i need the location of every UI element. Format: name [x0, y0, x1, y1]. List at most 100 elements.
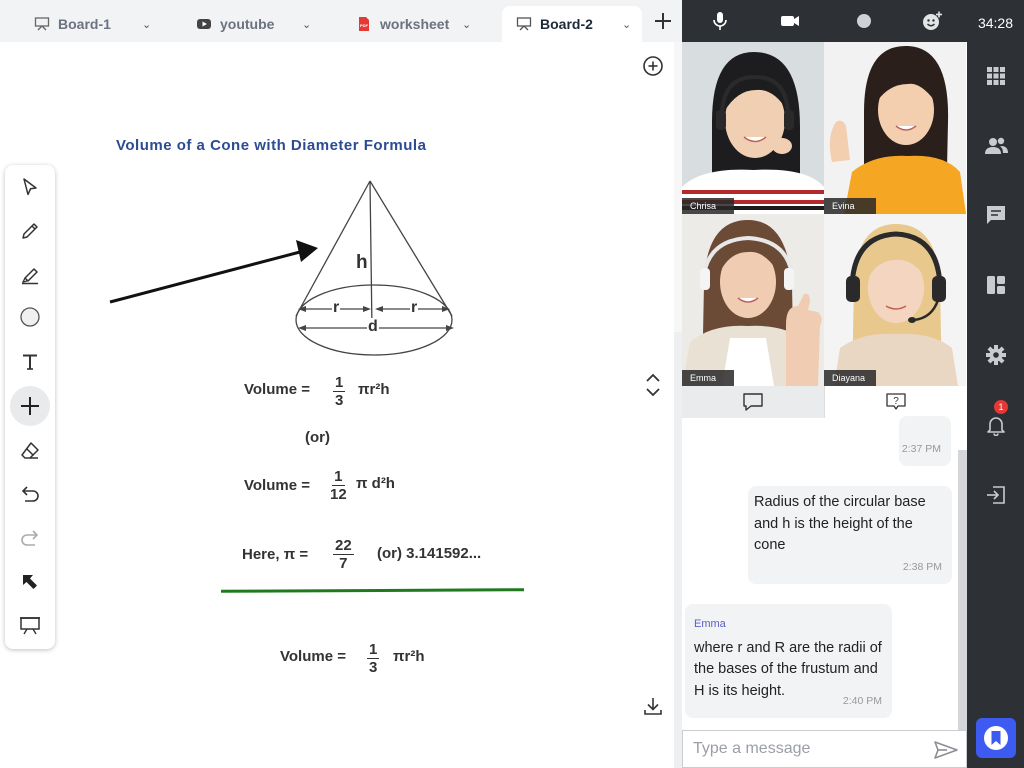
pdf-file-icon: PDF	[356, 16, 372, 32]
tab-label: worksheet	[380, 16, 450, 32]
fraction-numerator: 1	[332, 468, 345, 486]
tab-bar: Board-1 ⌄ youtube ⌄ PDF worksheet ⌄ Boar…	[0, 0, 682, 42]
fraction-denominator: 7	[339, 555, 348, 572]
participant-tile[interactable]: Emma	[682, 214, 824, 386]
pencil-icon[interactable]	[10, 211, 50, 251]
message-time: 2:40 PM	[842, 694, 882, 707]
youtube-icon	[196, 16, 212, 32]
formula-title: Volume of a Cone with Diameter Formula	[116, 137, 427, 154]
participant-video	[824, 42, 966, 214]
svg-text:?: ?	[893, 396, 899, 407]
settings-gear-icon[interactable]	[983, 342, 1009, 368]
presentation-board-icon	[34, 16, 50, 32]
tab-youtube[interactable]: youtube ⌄	[182, 6, 332, 42]
message-time: 2:37 PM	[901, 442, 941, 455]
formula1-prefix: Volume =	[244, 381, 310, 398]
chat-scrollbar[interactable]	[958, 450, 967, 730]
participant-video	[824, 214, 966, 386]
message-text: Radius of the circular base and h is the…	[754, 494, 926, 553]
fraction-numerator: 22	[333, 537, 354, 555]
microphone-icon[interactable]	[708, 9, 732, 33]
formula1-fraction: 1 3	[333, 374, 346, 410]
cone-diagram	[109, 180, 454, 356]
pi-line-suffix: (or) 3.141592...	[377, 545, 482, 562]
formula1-suffix: πr²h	[358, 381, 390, 398]
tab-label: Board-1	[58, 16, 111, 32]
exit-icon[interactable]	[983, 482, 1009, 508]
cone-height-label: h	[356, 252, 368, 273]
message-time: 2:38 PM	[902, 560, 942, 573]
message-input-box	[682, 730, 967, 768]
formula2-fraction: 1 12	[330, 468, 347, 504]
text-icon[interactable]	[10, 342, 50, 382]
chat-icon[interactable]	[983, 202, 1009, 228]
expand-collapse-icon[interactable]	[643, 371, 663, 399]
drawing-toolbar	[5, 165, 55, 649]
formula3-suffix: πr²h	[393, 648, 425, 665]
chevron-down-icon[interactable]: ⌄	[622, 18, 631, 31]
add-icon[interactable]	[10, 386, 50, 426]
questions-tab[interactable]: ?	[824, 386, 967, 418]
or-text: (or)	[305, 429, 330, 446]
call-controls-bar	[682, 0, 967, 42]
tab-label: youtube	[220, 16, 275, 32]
svg-text:PDF: PDF	[360, 23, 369, 28]
zoom-in-icon[interactable]	[642, 55, 664, 77]
send-icon[interactable]	[933, 739, 959, 761]
add-tab-icon[interactable]	[652, 10, 674, 32]
fraction-denominator: 3	[335, 392, 344, 409]
circle-shape-icon[interactable]	[10, 297, 50, 337]
tab-worksheet[interactable]: PDF worksheet ⌄	[342, 6, 492, 42]
message-sender: Emma	[694, 618, 726, 630]
fraction-numerator: 1	[333, 374, 346, 392]
emoji-reaction-icon[interactable]	[920, 9, 944, 33]
participant-video	[682, 42, 824, 214]
chevron-down-icon[interactable]: ⌄	[462, 18, 471, 31]
chat-message: Emma where r and R are the radii of the …	[685, 604, 892, 718]
tab-board-1[interactable]: Board-1 ⌄	[20, 6, 170, 42]
presentation-board-icon	[516, 16, 532, 32]
formula3-prefix: Volume =	[280, 648, 346, 665]
select-arrow-icon[interactable]	[10, 167, 50, 207]
pointer-icon[interactable]	[10, 562, 50, 602]
brand-logo-icon[interactable]	[976, 718, 1016, 758]
pi-fraction: 22 7	[333, 537, 354, 573]
chat-bubble-icon	[743, 393, 763, 411]
notification-badge: 1	[994, 400, 1008, 414]
participant-name: Chrisa	[682, 198, 734, 214]
chevron-down-icon[interactable]: ⌄	[142, 18, 151, 31]
chat-tab[interactable]	[682, 386, 824, 418]
message-input[interactable]	[693, 737, 923, 761]
layout-icon[interactable]	[983, 272, 1009, 298]
participant-name: Diayana	[824, 370, 876, 386]
participant-name: Evina	[824, 198, 876, 214]
redo-icon[interactable]	[10, 518, 50, 558]
video-camera-icon[interactable]	[778, 9, 802, 33]
apps-grid-icon[interactable]	[983, 63, 1009, 89]
download-icon[interactable]	[642, 695, 664, 717]
eraser-icon[interactable]	[10, 430, 50, 470]
highlighter-icon[interactable]	[10, 255, 50, 295]
chat-message: 2:37 PM	[899, 416, 951, 466]
participant-tile[interactable]: Diayana	[824, 214, 966, 386]
cone-radius-label-left: r	[332, 299, 341, 317]
chat-panel: 2:37 PM Radius of the circular base and …	[682, 416, 967, 768]
participant-tile[interactable]: Chrisa	[682, 42, 824, 214]
present-icon[interactable]	[10, 606, 50, 646]
chevron-down-icon[interactable]: ⌄	[302, 18, 311, 31]
participant-tile[interactable]: Evina	[824, 42, 966, 214]
cone-diameter-label: d	[367, 318, 379, 336]
fraction-denominator: 12	[330, 486, 347, 503]
pi-line-prefix: Here, π =	[242, 546, 309, 563]
tab-board-2[interactable]: Board-2 ⌄	[502, 6, 642, 42]
participants-icon[interactable]	[983, 133, 1009, 159]
undo-icon[interactable]	[10, 474, 50, 514]
formula2-prefix: Volume =	[244, 477, 310, 494]
board-scrollbar-thumb[interactable]	[674, 42, 682, 332]
fraction-numerator: 1	[367, 641, 380, 659]
question-bubble-icon: ?	[886, 393, 906, 410]
record-icon[interactable]	[852, 9, 876, 33]
participant-name: Emma	[682, 370, 734, 386]
formula3-fraction: 1 3	[367, 641, 380, 677]
notification-bell-icon[interactable]	[983, 412, 1009, 438]
